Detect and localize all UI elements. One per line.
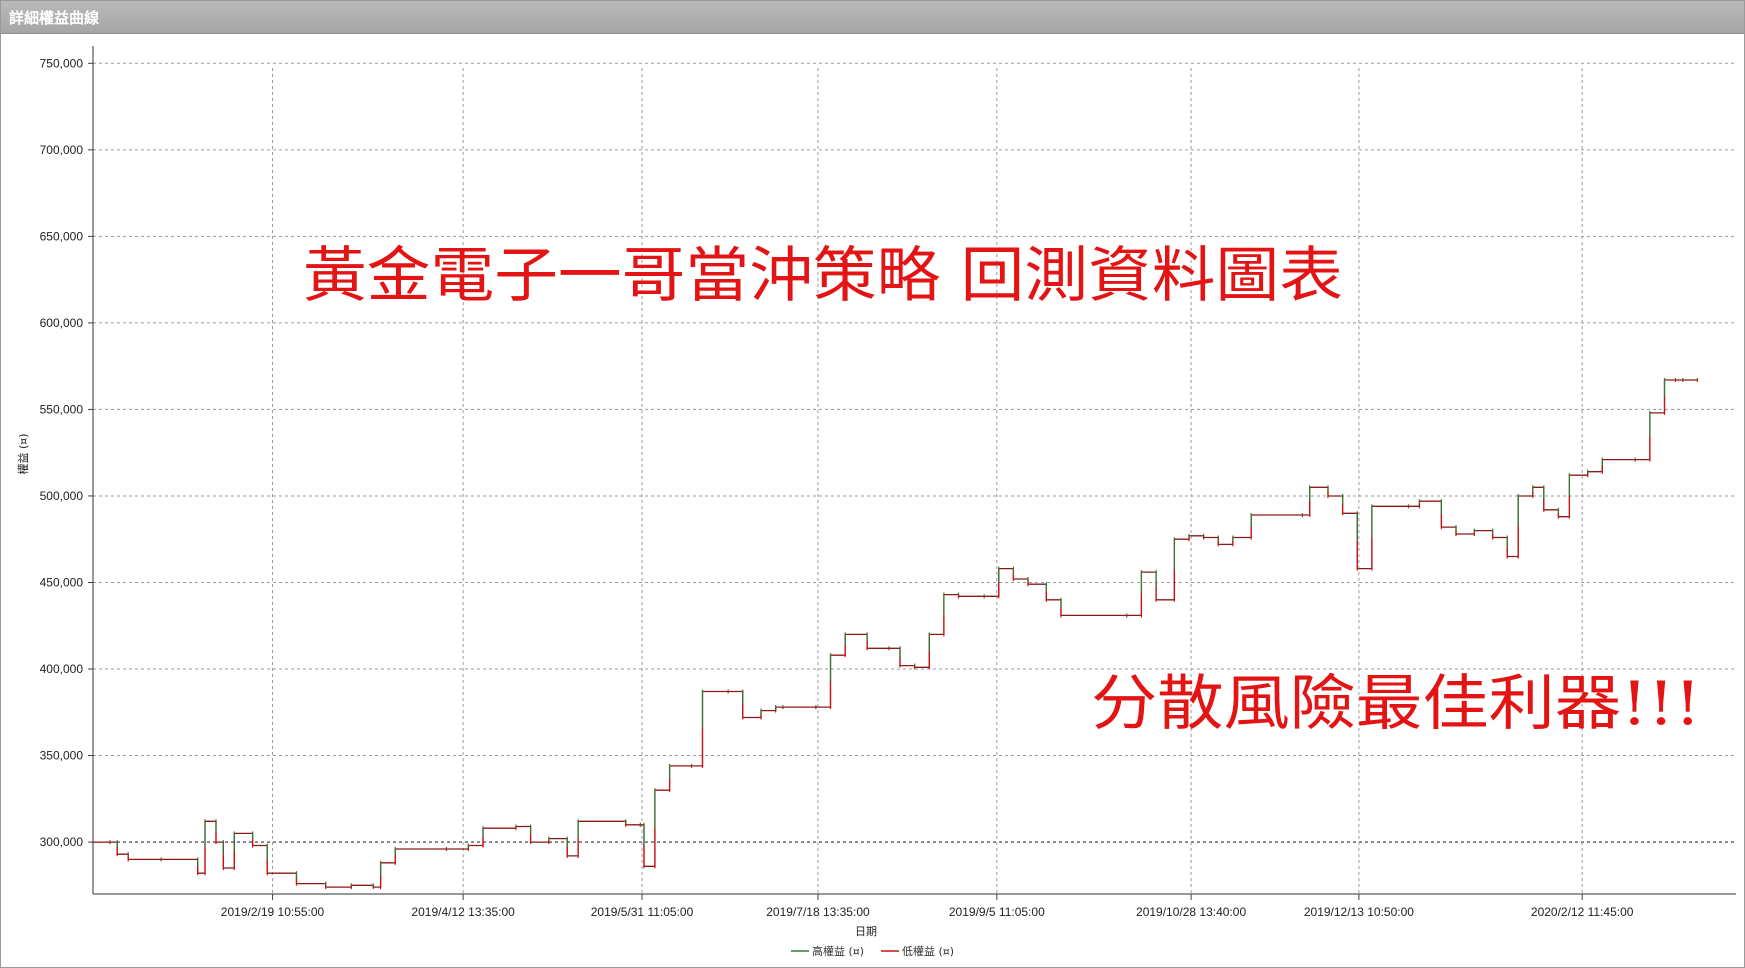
window-titlebar: 詳細權益曲線 — [1, 1, 1744, 34]
chart-background — [1, 34, 1744, 967]
window-title: 詳細權益曲線 — [9, 9, 100, 27]
x-tick-label: 2019/4/12 13:35:00 — [411, 905, 515, 919]
y-axis-title: 權益 (¤) — [16, 433, 30, 474]
y-tick-label: 650,000 — [40, 229, 84, 243]
y-tick-label: 500,000 — [40, 489, 84, 503]
x-tick-label: 2019/12/13 10:50:00 — [1304, 905, 1414, 919]
y-tick-label: 300,000 — [40, 835, 84, 849]
overlay-tagline: 分散風險最佳利器!!! — [1091, 669, 1701, 739]
y-tick-label: 600,000 — [40, 316, 84, 330]
y-tick-label: 400,000 — [40, 662, 84, 676]
equity-chart: 300,000 350,000 400,000 450,000 500,000 550,0… — [1, 34, 1744, 967]
y-tick-label: 450,000 — [40, 575, 84, 589]
app-window: 詳細權益曲線 300,000 350,000 400,000 450,000 500,0… — [0, 0, 1745, 968]
x-tick-label: 2019/10/28 13:40:00 — [1136, 905, 1246, 919]
legend-label-high: 高權益 (¤) — [812, 944, 864, 958]
x-tick-label: 2019/5/31 11:05:00 — [591, 905, 694, 919]
y-tick-label: 350,000 — [40, 749, 84, 763]
x-tick-label: 2019/7/18 13:35:00 — [766, 905, 870, 919]
overlay-headline: 黃金電子一哥當沖策略 回測資料圖表 — [303, 241, 1343, 311]
y-tick-label: 550,000 — [40, 402, 84, 416]
x-tick-label: 2020/2/12 11:45:00 — [1531, 905, 1634, 919]
x-axis-title: 日期 — [855, 925, 877, 938]
y-tick-label: 700,000 — [40, 143, 84, 157]
x-tick-label: 2019/2/19 10:55:00 — [221, 905, 325, 919]
x-tick-label: 2019/9/5 11:05:00 — [949, 905, 1045, 919]
y-tick-label: 750,000 — [40, 56, 84, 70]
legend-label-low: 低權益 (¤) — [902, 944, 954, 958]
